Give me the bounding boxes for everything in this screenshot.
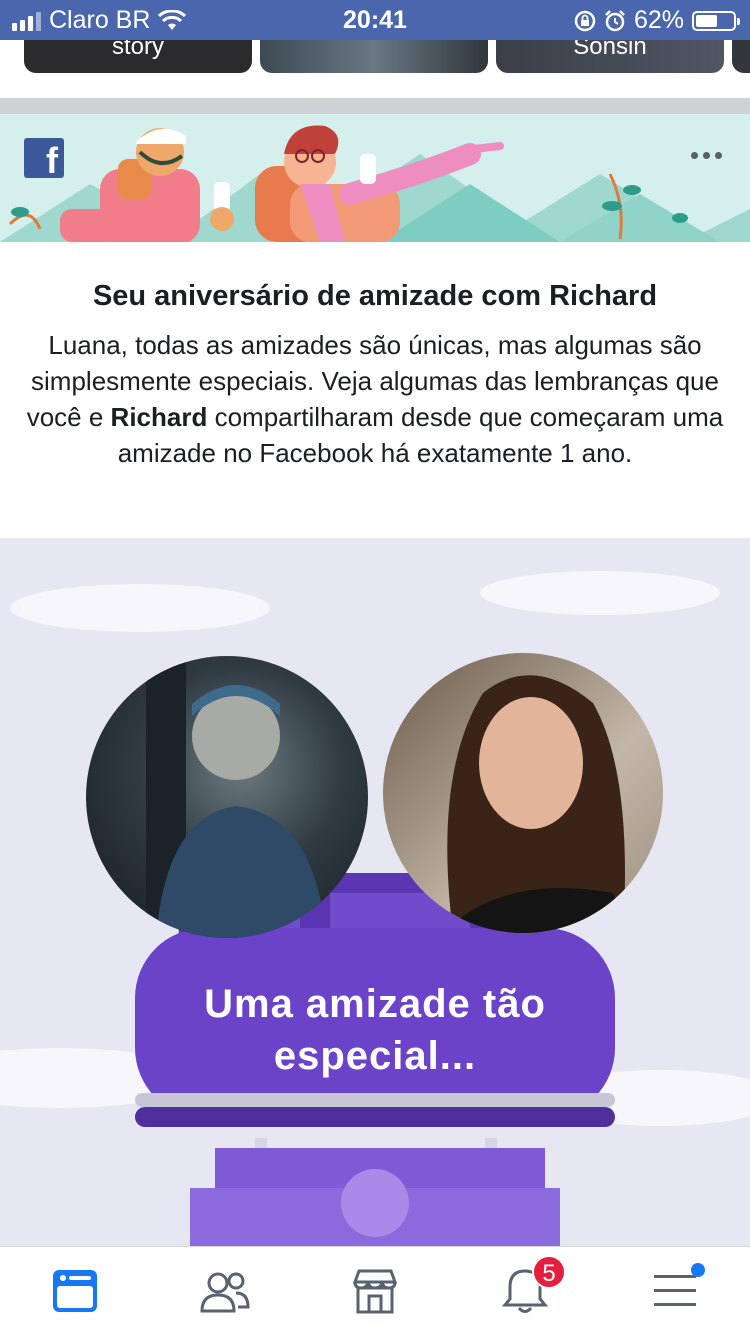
memory-video[interactable]: Uma amizade tão especial... <box>0 538 750 1246</box>
story-label: Sonsin <box>573 40 647 60</box>
nav-notifications[interactable]: 5 <box>450 1247 600 1335</box>
section-divider <box>0 98 750 114</box>
battery-percent: 62% <box>633 6 684 34</box>
video-background <box>0 571 750 1246</box>
story-card[interactable] <box>260 40 488 73</box>
nav-news-feed[interactable] <box>0 1247 150 1335</box>
news-feed-icon <box>53 1270 97 1312</box>
more-options-button[interactable] <box>691 152 722 159</box>
story-card[interactable]: Sonsin <box>496 40 724 73</box>
story-card[interactable] <box>732 40 750 73</box>
battery-icon <box>692 10 740 31</box>
marketplace-icon <box>352 1269 398 1314</box>
alarm-icon <box>605 9 625 31</box>
notification-badge: 5 <box>532 1255 566 1289</box>
story-label: story <box>111 40 164 60</box>
memory-body: Luana, todas as amizades são únicas, mas… <box>24 327 726 471</box>
friends-icon <box>200 1272 250 1313</box>
story-label <box>260 40 488 42</box>
more-icon <box>691 152 698 159</box>
memory-banner: f <box>0 114 750 242</box>
nav-menu[interactable] <box>600 1247 750 1335</box>
status-right: 62% <box>574 6 740 35</box>
memory-title: Seu aniversário de amizade com Richard <box>92 280 658 312</box>
avatar-friend[interactable] <box>86 656 368 938</box>
menu-icon <box>654 1275 696 1306</box>
bottom-nav: 5 <box>0 1246 750 1335</box>
status-bar: Claro BR 20:41 62% <box>0 0 750 40</box>
memory-body-text: compartilharam desde que começaram uma a… <box>117 402 724 468</box>
person-silhouette <box>146 656 326 938</box>
rotation-lock-icon <box>574 10 596 31</box>
more-icon <box>715 152 722 159</box>
story-label <box>732 40 750 42</box>
stories-strip: story Sonsin <box>0 40 750 98</box>
story-card[interactable]: story <box>24 40 252 73</box>
memory-text: Seu aniversário de amizade com Richard L… <box>0 242 750 538</box>
menu-notification-dot <box>691 1263 705 1277</box>
video-caption: Uma amizade tão especial... <box>204 982 546 1078</box>
more-icon <box>703 152 710 159</box>
person-silhouette <box>443 675 633 933</box>
nav-marketplace[interactable] <box>300 1247 450 1335</box>
nav-friends[interactable] <box>150 1247 300 1335</box>
friend-name[interactable]: Richard <box>111 402 208 432</box>
banner-illustration <box>0 125 750 242</box>
avatar-user[interactable] <box>383 653 663 933</box>
facebook-logo: f <box>24 138 64 178</box>
